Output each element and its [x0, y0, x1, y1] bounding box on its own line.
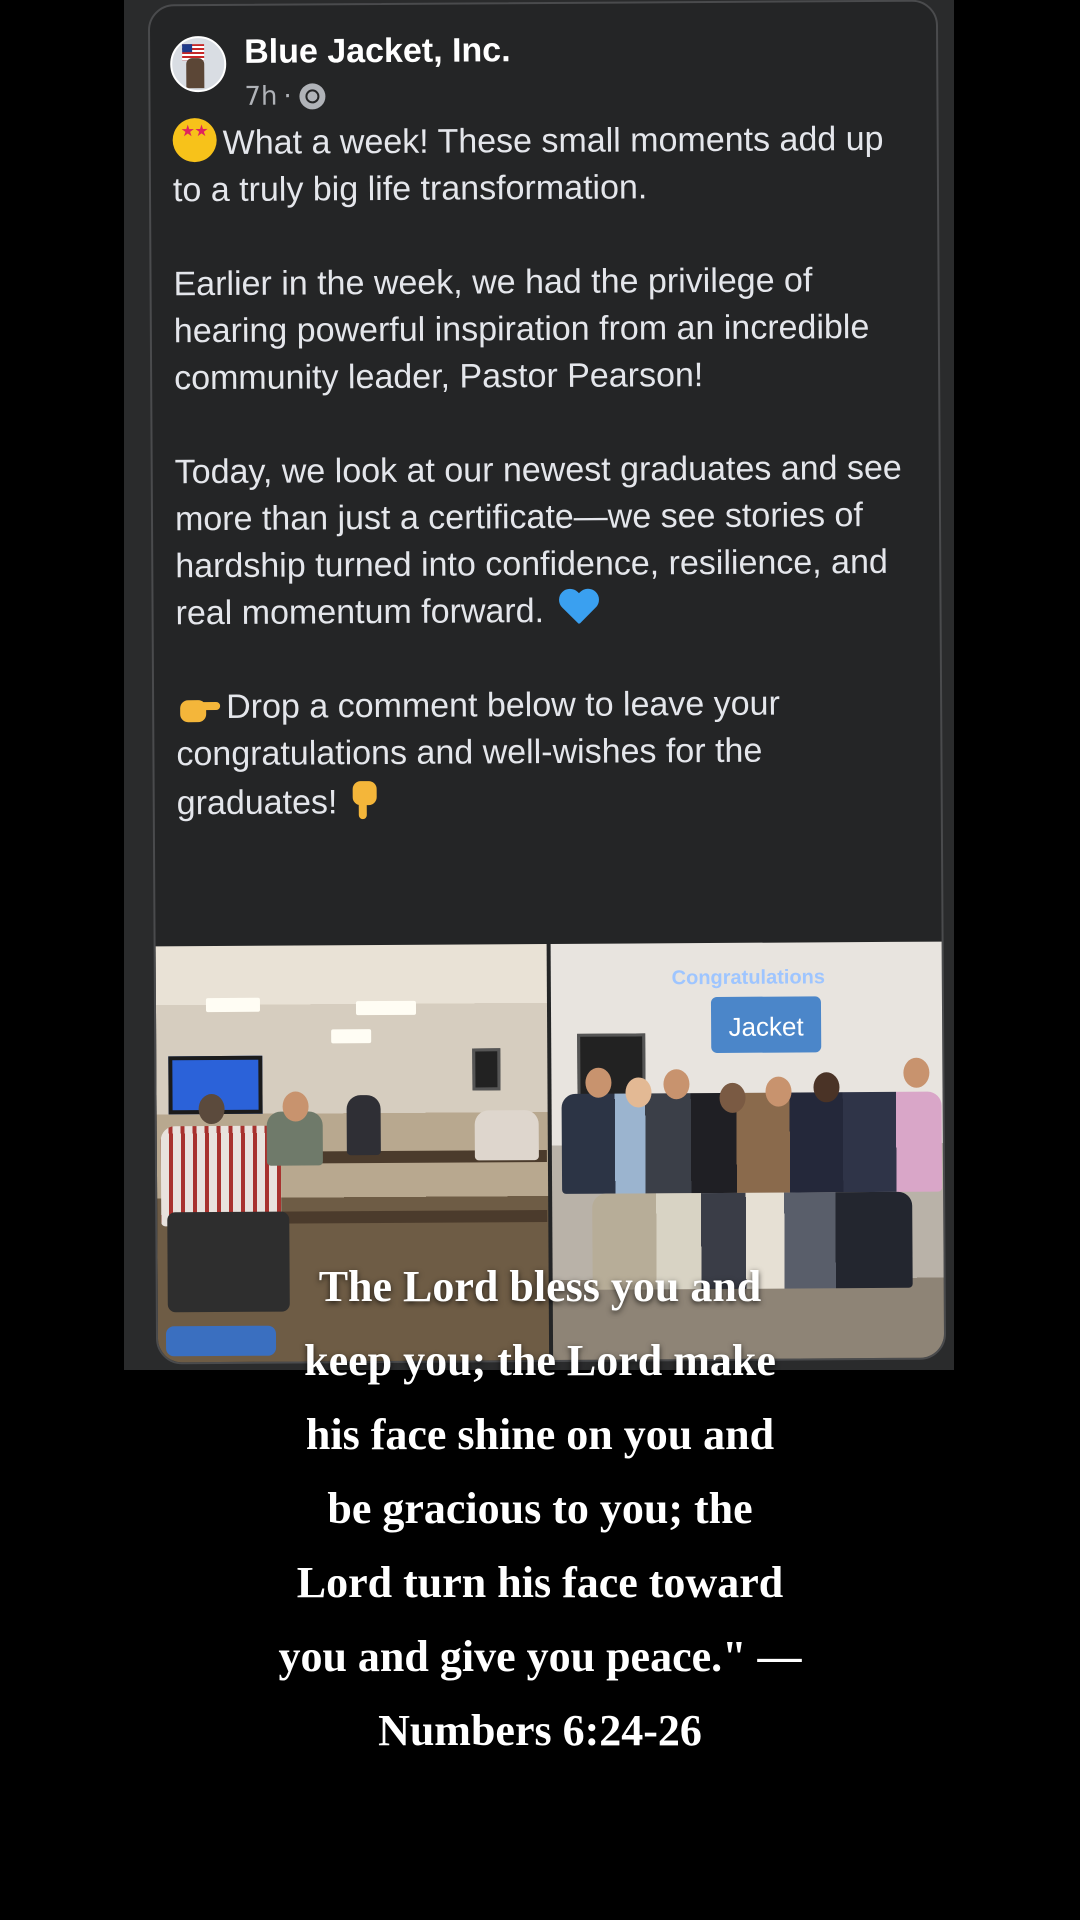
attendee-head: [198, 1093, 225, 1125]
paragraph-text: Drop a comment below to leave your congr…: [176, 684, 780, 823]
pointing-right-emoji-icon: [176, 692, 220, 726]
wall-frame: [472, 1048, 501, 1091]
person-icon: [186, 58, 205, 89]
graduate-head: [663, 1069, 690, 1100]
speaker: [346, 1095, 381, 1156]
graduate-head: [585, 1067, 612, 1098]
post-paragraph-2: Earlier in the week, we had the privileg…: [173, 261, 870, 398]
graduate-head: [765, 1076, 792, 1107]
post-paragraph-3: Today, we look at our newest graduates a…: [175, 445, 916, 638]
graduate-head: [719, 1082, 746, 1113]
graduate-head: [813, 1072, 840, 1103]
ceiling-light: [331, 1029, 372, 1044]
pointing-down-emoji-icon: [347, 777, 387, 821]
page-avatar[interactable]: [170, 35, 227, 93]
post-paragraph-4: Drop a comment below to leave your congr…: [176, 680, 917, 828]
verse-reference: Numbers 6:24-26: [378, 1706, 702, 1755]
verse-line: be gracious to you; the: [327, 1484, 753, 1533]
verse-line: his face shine on you and: [305, 1410, 775, 1459]
post-header: Blue Jacket, Inc. 7h ·: [170, 30, 511, 112]
page-name-link[interactable]: Blue Jacket, Inc.: [244, 30, 511, 72]
congratulations-banner: Congratulations: [671, 966, 826, 990]
graduate-head: [625, 1077, 652, 1108]
post-time[interactable]: 7h: [244, 82, 277, 112]
verse-line: Lord turn his face toward: [296, 1558, 784, 1607]
blue-heart-emoji-icon: [557, 588, 599, 630]
graduates-group: [561, 1091, 943, 1194]
verse-line: The Lord bless you and: [318, 1262, 762, 1311]
post-body: What a week! These small moments add up …: [172, 114, 918, 875]
meta-separator: ·: [283, 81, 292, 112]
post-meta: 7h ·: [244, 80, 511, 112]
attendee: [474, 1110, 539, 1161]
ceiling-light: [205, 997, 261, 1013]
table: [247, 1210, 548, 1224]
scripture-overlay: The Lord bless you and keep you; the Lor…: [0, 1250, 1080, 1768]
attendee-head: [282, 1091, 309, 1122]
facebook-post-card: Blue Jacket, Inc. 7h · What a week! Thes…: [147, 0, 947, 1365]
graduate-head: [903, 1057, 930, 1088]
ceiling-light: [355, 1000, 417, 1016]
paragraph-text: Today, we look at our newest graduates a…: [174, 448, 902, 633]
verse-line: you and give you peace." —: [278, 1632, 802, 1681]
star-struck-emoji-icon: [172, 118, 217, 163]
verse-line: keep you; the Lord make: [304, 1336, 776, 1385]
globe-icon[interactable]: [299, 83, 326, 110]
post-paragraph-1: What a week! These small moments add up …: [172, 114, 914, 215]
blue-jacket-logo: Jacket: [710, 996, 822, 1054]
paragraph-text: What a week! These small moments add up …: [172, 119, 884, 210]
